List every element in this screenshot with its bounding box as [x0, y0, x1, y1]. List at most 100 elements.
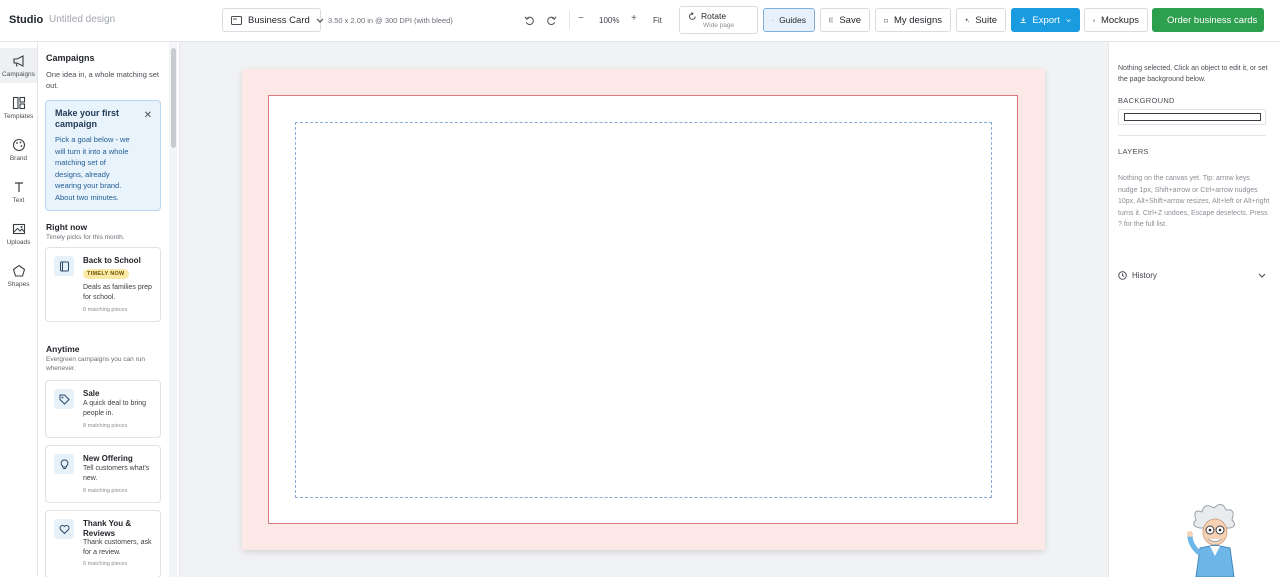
card-title: Thank You & Reviews: [83, 519, 132, 538]
grid-icon: [772, 19, 774, 21]
card-description: Deals as families prep for school.: [83, 284, 152, 301]
design-page-bleed[interactable]: [242, 69, 1045, 550]
rail-label: Campaigns: [2, 71, 35, 78]
book-icon: [54, 256, 74, 276]
redo-icon: [546, 15, 557, 25]
format-label: Business Card: [248, 14, 310, 26]
suite-label: Suite: [975, 14, 997, 26]
card-description: A quick deal to bring people in.: [83, 400, 147, 417]
background-label: BACKGROUND: [1118, 96, 1175, 105]
safe-area-guide: [295, 122, 992, 498]
trim-line: [268, 95, 1018, 524]
my-designs-button[interactable]: My designs: [875, 8, 951, 32]
card-description: Tell customers what's new.: [83, 465, 150, 482]
campaign-card-sale[interactable]: Sale A quick deal to bring people in. 8 …: [45, 380, 161, 438]
chevron-down-icon: [1258, 273, 1266, 278]
card-count: 8 matching pieces: [83, 488, 128, 494]
text-icon: [14, 182, 23, 192]
zoom-level[interactable]: 100%: [599, 16, 619, 25]
right-now-subtitle: Timely picks for this month.: [46, 234, 125, 241]
rail-item-shapes[interactable]: Shapes: [0, 264, 37, 288]
export-button[interactable]: Export: [1011, 8, 1080, 32]
panel-subtitle: One idea in, a whole matching set out.: [46, 70, 159, 90]
layers-label: LAYERS: [1118, 147, 1149, 156]
card-description: Thank customers, ask for a review.: [83, 539, 152, 556]
history-toggle[interactable]: History: [1118, 271, 1266, 280]
export-label: Export: [1032, 14, 1060, 26]
download-icon: [1020, 17, 1027, 23]
timely-badge: TIMELY NOW: [83, 269, 129, 279]
undo-icon: [523, 15, 534, 25]
rail-label: Uploads: [6, 239, 31, 246]
close-icon[interactable]: ✕: [144, 110, 152, 121]
rotate-sublabel: Wide page: [703, 22, 735, 29]
card-title: Back to School: [83, 256, 141, 265]
guides-toggle[interactable]: Guides: [763, 8, 815, 32]
rail-label: Templates: [3, 113, 34, 120]
panel-divider: [1118, 135, 1266, 136]
pentagon-icon: [12, 264, 25, 277]
scrollbar-thumb[interactable]: [171, 48, 176, 148]
my-designs-label: My designs: [893, 14, 942, 26]
toolbar-divider: [569, 11, 570, 29]
megaphone-icon: [12, 55, 24, 67]
mockups-label: Mockups: [1100, 14, 1139, 26]
assistant-mascot-icon[interactable]: [1186, 500, 1242, 577]
rail-item-brand[interactable]: Brand: [0, 138, 37, 162]
campaigns-panel: Campaigns One idea in, a whole matching …: [38, 42, 180, 577]
campaign-card-new-offering[interactable]: New Offering Tell customers what's new. …: [45, 445, 161, 503]
order-business-cards-button[interactable]: Order business cards: [1152, 8, 1264, 32]
mockups-button[interactable]: Mockups: [1084, 8, 1148, 32]
panel-title: Campaigns: [46, 53, 95, 63]
right-now-heading: Right now: [46, 222, 88, 232]
dimensions-readout: 3.50 x 2.00 in @ 300 DPI (with bleed): [328, 16, 453, 25]
zoom-in-button[interactable]: +: [631, 13, 637, 24]
canvas-area[interactable]: [180, 42, 1108, 577]
suite-button[interactable]: Suite: [956, 8, 1006, 32]
card-title: Sale: [83, 389, 100, 398]
properties-panel: Nothing selected. Click an object to edi…: [1108, 42, 1280, 577]
lightbulb-icon: [54, 454, 74, 474]
undo-button[interactable]: [522, 13, 536, 27]
layout-icon: [12, 96, 25, 110]
promo-title: Make your first campaign: [55, 108, 120, 129]
rail-item-templates[interactable]: Templates: [0, 96, 37, 120]
rotate-button[interactable]: Rotate Wide page: [679, 6, 758, 34]
rail-item-text[interactable]: Text: [0, 180, 37, 204]
format-dropdown[interactable]: Business Card: [222, 8, 324, 32]
first-campaign-promo: Make your first campaign Pick a goal bel…: [45, 100, 161, 211]
card-count: 6 matching pieces: [83, 561, 128, 567]
rail-label: Text: [12, 197, 25, 204]
save-button[interactable]: Save: [820, 8, 870, 32]
top-toolbar: Studio Untitled design Business Card 3.5…: [0, 0, 1280, 42]
chevron-down-icon: [316, 18, 324, 23]
redo-button[interactable]: [544, 13, 558, 27]
selection-note: Nothing selected. Click an object to edi…: [1118, 65, 1268, 83]
layers-empty-tip: Nothing on the canvas yet. Tip: arrow ke…: [1118, 175, 1270, 228]
card-title: New Offering: [83, 454, 133, 463]
document-name[interactable]: Untitled design: [49, 14, 115, 25]
background-swatch: [1124, 113, 1261, 121]
rail-label: Shapes: [7, 281, 30, 288]
history-label: History: [1132, 271, 1157, 280]
clock-icon: [1118, 271, 1127, 280]
rotate-icon: [689, 11, 696, 20]
guides-label: Guides: [779, 15, 806, 25]
app-name: Studio: [9, 14, 44, 26]
rail-item-campaigns[interactable]: Campaigns: [0, 48, 37, 83]
heart-icon: [54, 519, 74, 539]
rail-item-uploads[interactable]: Uploads: [0, 222, 37, 246]
image-icon: [1093, 19, 1095, 21]
anytime-heading: Anytime: [46, 344, 80, 354]
order-label: Order business cards: [1167, 14, 1258, 26]
background-color-picker[interactable]: [1118, 109, 1266, 125]
campaign-card-back-to-school[interactable]: Back to School TIMELY NOW Deals as famil…: [45, 247, 161, 322]
tool-rail: Campaigns Templates Brand Text Uploads S…: [0, 42, 38, 577]
card-icon: [231, 15, 242, 25]
campaign-card-thank-you-reviews[interactable]: Thank You & Reviews Thank customers, ask…: [45, 510, 161, 577]
fit-button[interactable]: Fit: [653, 16, 662, 25]
sparkle-icon: [965, 18, 970, 22]
zoom-out-button[interactable]: −: [578, 13, 584, 24]
card-count: 8 matching pieces: [83, 307, 128, 313]
image-icon: [12, 223, 25, 235]
